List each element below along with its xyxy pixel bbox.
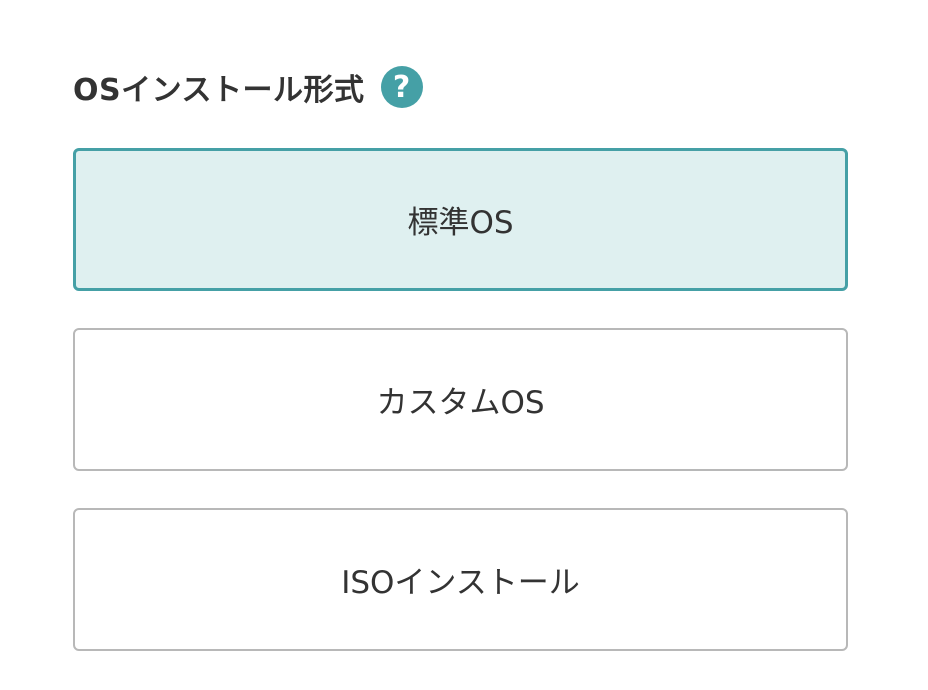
os-install-type-options: 標準OS カスタムOS ISOインストール [73,148,848,688]
option-custom-os[interactable]: カスタムOS [73,328,848,471]
section-title: OSインストール形式 [73,73,365,108]
section-header: OSインストール形式 ? [73,66,848,108]
option-label: ISOインストール [341,565,580,601]
option-iso-install[interactable]: ISOインストール [73,508,848,651]
option-label: カスタムOS [376,385,545,421]
os-install-type-section: OSインストール形式 ? 標準OS カスタムOS ISOインストール [73,66,848,651]
option-label: 標準OS [407,205,514,241]
help-circle-icon[interactable]: ? [380,66,423,108]
option-standard-os[interactable]: 標準OS [73,148,848,291]
